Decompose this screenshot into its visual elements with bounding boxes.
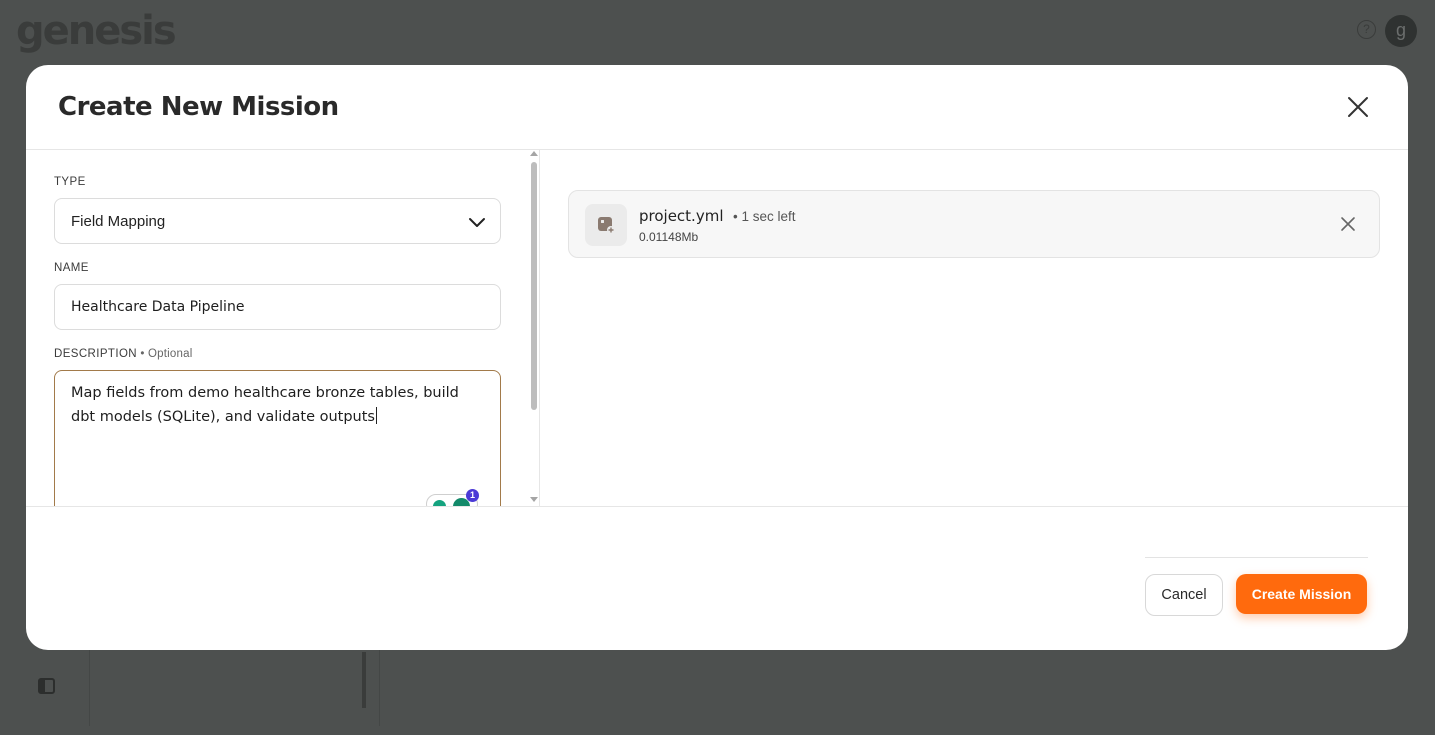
- dialog-footer: Cancel Create Mission: [26, 507, 1408, 650]
- form-scrollbar[interactable]: [529, 150, 539, 506]
- dialog-header: Create New Mission: [26, 65, 1408, 150]
- text-caret: [375, 407, 377, 424]
- name-input[interactable]: Healthcare Data Pipeline: [54, 284, 501, 330]
- close-icon: [1348, 97, 1368, 117]
- create-mission-button[interactable]: Create Mission: [1236, 574, 1367, 614]
- description-text: Map fields from demo healthcare bronze t…: [71, 385, 459, 425]
- scroll-down-icon[interactable]: [530, 497, 538, 502]
- type-select[interactable]: Field Mapping: [54, 198, 501, 244]
- attachments-panel: project.yml • 1 sec left 0.01148Mb: [540, 150, 1408, 506]
- attachment-status: • 1 sec left: [733, 209, 796, 224]
- footer-divider: [1145, 557, 1368, 558]
- attachment-file-name: project.yml: [639, 207, 724, 225]
- type-select-value: Field Mapping: [71, 213, 166, 230]
- file-upload-icon: [585, 204, 627, 246]
- grammarly-badge: 1: [466, 489, 479, 502]
- dialog-title: Create New Mission: [58, 92, 339, 122]
- optional-tag: • Optional: [137, 348, 193, 360]
- attachment-card: project.yml • 1 sec left 0.01148Mb: [568, 190, 1380, 258]
- chevron-down-icon: [469, 218, 485, 227]
- description-textarea[interactable]: Map fields from demo healthcare bronze t…: [54, 370, 501, 506]
- scrollbar-thumb[interactable]: [531, 162, 537, 410]
- grammarly-icon: [433, 500, 446, 506]
- remove-file-button[interactable]: [1339, 215, 1357, 233]
- description-label-text: DESCRIPTION: [54, 348, 137, 360]
- description-label: DESCRIPTION • Optional: [54, 348, 192, 360]
- create-mission-dialog: Create New Mission TYPE Field Mapping NA…: [26, 65, 1408, 650]
- sidebar-toggle-icon[interactable]: [38, 678, 55, 694]
- close-button[interactable]: [1344, 93, 1372, 121]
- background-scrollbar: [362, 652, 366, 708]
- mission-form: TYPE Field Mapping NAME Healthcare Data …: [26, 150, 540, 506]
- app-logo: genesis: [16, 8, 177, 54]
- help-icon[interactable]: ?: [1357, 20, 1376, 39]
- cancel-button[interactable]: Cancel: [1145, 574, 1223, 616]
- scroll-up-icon[interactable]: [530, 151, 538, 156]
- attachment-size: 0.01148Mb: [639, 230, 699, 244]
- dialog-body: TYPE Field Mapping NAME Healthcare Data …: [26, 150, 1408, 507]
- remove-file-icon: [1341, 217, 1355, 231]
- avatar[interactable]: g: [1385, 15, 1417, 47]
- grammarly-widget[interactable]: 1: [426, 489, 479, 506]
- name-label: NAME: [54, 262, 89, 274]
- type-label: TYPE: [54, 176, 86, 188]
